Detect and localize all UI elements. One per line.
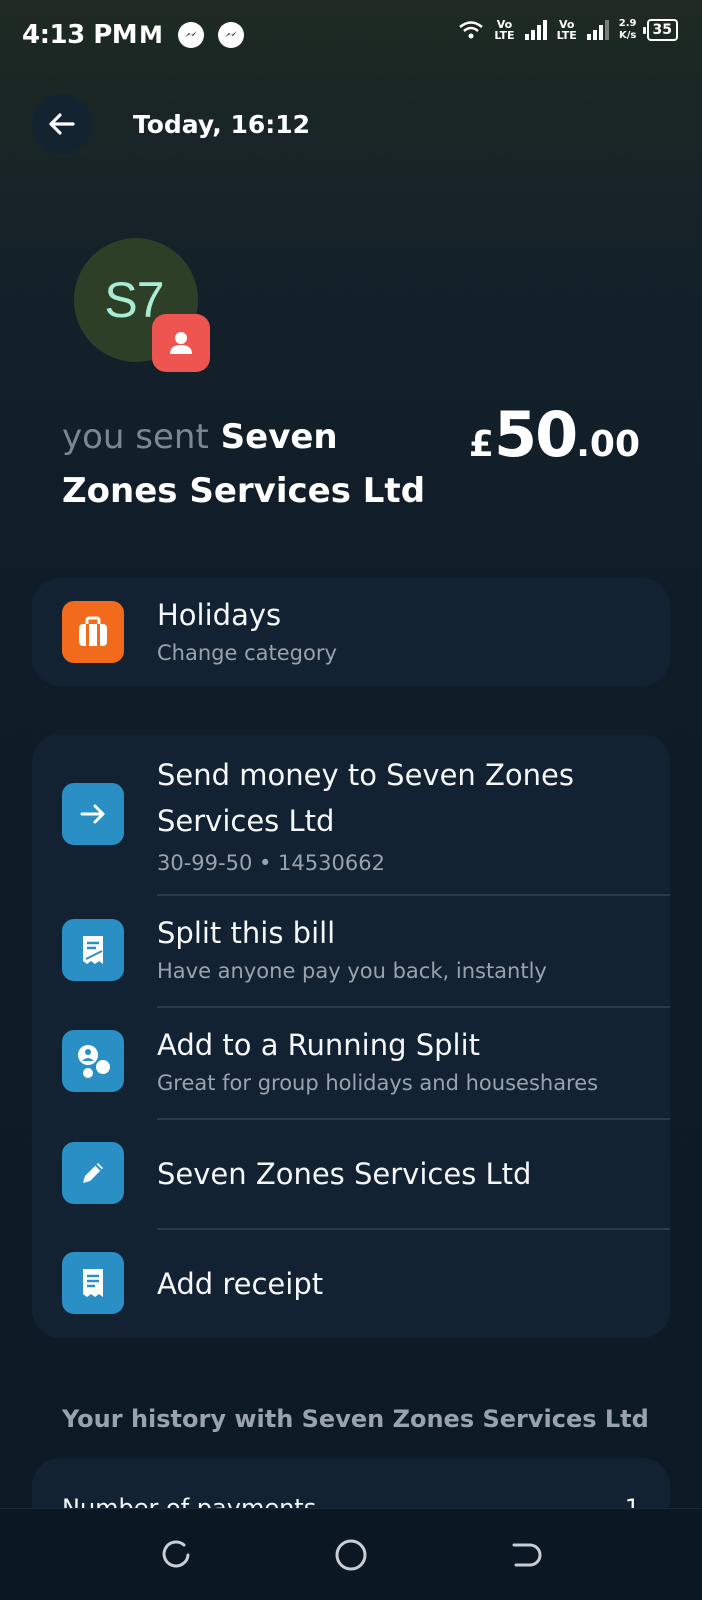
network-speed: 2.9 K/s: [618, 18, 637, 41]
pencil-icon: [62, 1142, 124, 1204]
status-time: 4:13 PM: [22, 20, 138, 50]
add-receipt-title: Add receipt: [157, 1267, 324, 1301]
messenger-icon: [218, 22, 244, 48]
system-nav-bar: [0, 1508, 702, 1600]
volte-label-2: Vo LTE: [556, 18, 577, 42]
add-receipt-row[interactable]: Add receipt: [32, 1230, 670, 1338]
split-bill-row[interactable]: Split this bill Have anyone pay you back…: [32, 896, 670, 1004]
wifi-icon: [459, 21, 484, 39]
page-title: Today, 16:12: [133, 110, 311, 139]
status-indicators: Vo LTE Vo LTE 2.9 K/s 35: [458, 18, 678, 42]
battery-level: 35: [652, 22, 672, 38]
running-split-row[interactable]: Add to a Running Split Great for group h…: [32, 1008, 670, 1116]
amount-currency: £: [468, 424, 494, 465]
arrow-right-icon: [62, 783, 124, 845]
gmail-icon: M: [139, 21, 163, 49]
category-card[interactable]: Holidays Change category: [32, 578, 670, 686]
sent-prefix: you sent: [62, 417, 209, 457]
amount: £ 50 .00: [469, 398, 640, 471]
edit-name-title: Seven Zones Services Ltd: [157, 1157, 532, 1191]
send-money-subtitle: 30-99-50 • 14530662: [157, 851, 385, 875]
running-split-title: Add to a Running Split: [157, 1028, 481, 1062]
split-bill-title: Split this bill: [157, 916, 336, 950]
signal-icon: [524, 20, 547, 40]
receipt-icon: [62, 1252, 124, 1314]
send-money-title: Send money to Seven Zones Services Ltd: [157, 758, 574, 838]
back-button[interactable]: [32, 94, 92, 154]
sent-description: you sent Seven Zones Services Ltd: [62, 410, 442, 518]
messenger-icon: [178, 22, 204, 48]
category-subtitle: Change category: [157, 641, 337, 665]
group-icon: [62, 1030, 124, 1092]
split-receipt-icon: [62, 919, 124, 981]
volte-label-1: Vo LTE: [494, 18, 515, 42]
actions-card: Send money to Seven Zones Services Ltd 3…: [32, 734, 670, 1338]
battery-icon: 35: [642, 19, 678, 41]
send-money-row[interactable]: Send money to Seven Zones Services Ltd 3…: [32, 734, 670, 894]
status-app-icons: M: [138, 21, 244, 49]
person-icon: [152, 314, 210, 372]
running-split-subtitle: Great for group holidays and houseshares: [157, 1071, 599, 1095]
amount-whole: 50: [493, 398, 578, 471]
amount-decimal: .00: [576, 424, 640, 465]
home-icon[interactable]: [333, 1537, 369, 1573]
edit-name-row[interactable]: Seven Zones Services Ltd: [32, 1120, 670, 1228]
arrow-left-icon: [49, 113, 75, 135]
back-icon[interactable]: [508, 1537, 544, 1573]
category-title: Holidays: [157, 598, 282, 632]
history-title: Your history with Seven Zones Services L…: [62, 1405, 649, 1433]
signal-icon: [586, 20, 609, 40]
split-bill-subtitle: Have anyone pay you back, instantly: [157, 959, 547, 983]
recent-apps-icon[interactable]: [158, 1537, 194, 1573]
status-bar: 4:13 PM M Vo LTE Vo LTE 2.9 K/s 35: [0, 0, 702, 72]
suitcase-icon: [62, 601, 124, 663]
